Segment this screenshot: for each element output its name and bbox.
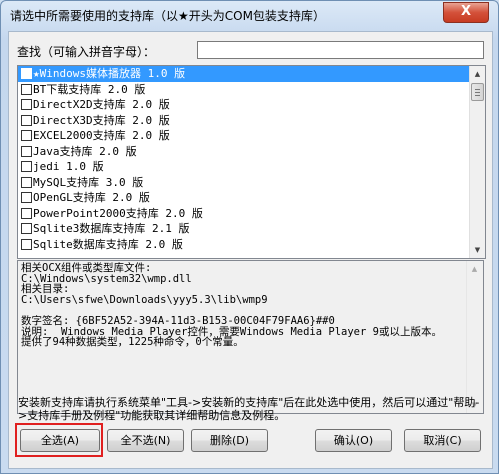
details-scrollbar: ▲ ▼ <box>466 261 483 413</box>
checkbox-icon[interactable] <box>21 99 32 111</box>
library-list-item-label: Sqlite3数据库支持库 2.1 版 <box>33 222 190 235</box>
grip-line <box>475 92 480 93</box>
cancel-button[interactable]: 取消(C) <box>404 429 481 452</box>
close-button[interactable]: X <box>443 2 489 23</box>
checkbox-icon[interactable] <box>21 68 32 80</box>
ok-button[interactable]: 确认(O) <box>315 429 392 452</box>
library-list-item[interactable]: MySQL支持库 3.0 版 <box>18 175 469 191</box>
scroll-up-icon[interactable]: ▲ <box>470 66 485 82</box>
library-list-item-label: jedi 1.0 版 <box>33 160 104 173</box>
library-list-item-label: OPenGL支持库 2.0 版 <box>33 191 150 204</box>
scroll-down-icon[interactable]: ▼ <box>470 242 485 258</box>
library-list-item[interactable]: jedi 1.0 版 <box>18 159 469 175</box>
library-list-item-label: MySQL支持库 3.0 版 <box>33 175 144 189</box>
select-all-button[interactable]: 全选(A) <box>20 429 100 452</box>
grip-line <box>475 95 480 96</box>
checkbox-icon[interactable] <box>21 207 32 219</box>
library-list-item-label: BT下载支持库 2.0 版 <box>33 82 146 96</box>
title-bar: 请选中所需要使用的支持库（以★开头为COM包装支持库） X <box>1 1 498 31</box>
dialog-window: 请选中所需要使用的支持库（以★开头为COM包装支持库） X 查找（可输入拼音字母… <box>0 0 499 474</box>
library-list-item-label: ★Windows媒体播放器 1.0 版 <box>33 67 186 80</box>
checkbox-icon[interactable] <box>21 161 32 173</box>
checkbox-icon[interactable] <box>21 130 32 142</box>
checkbox-icon[interactable] <box>21 192 32 204</box>
library-list-item[interactable]: PowerPoint2000支持库 2.0 版 <box>18 206 469 222</box>
library-list-item[interactable]: EXCEL2000支持库 2.0 版 <box>18 128 469 144</box>
library-list-item-label: Java支持库 2.0 版 <box>33 144 137 158</box>
checkbox-icon[interactable] <box>21 114 32 126</box>
checkbox-icon[interactable] <box>21 238 32 250</box>
install-hint: 安装新支持库请执行系统菜单"工具->安装新的支持库"后在此处选中使用，然后可以通… <box>18 396 480 422</box>
library-list-item[interactable]: OPenGL支持库 2.0 版 <box>18 190 469 206</box>
library-list-item-label: DirectX2D支持库 2.0 版 <box>33 98 170 111</box>
library-details-text: 相关OCX组件或类型库文件: C:\Windows\system32\wmp.d… <box>21 262 442 349</box>
library-list-item[interactable]: Sqlite数据库支持库 2.0 版 <box>18 237 469 253</box>
scroll-thumb[interactable] <box>471 83 484 101</box>
library-list[interactable]: ★Windows媒体播放器 1.0 版 BT下载支持库 2.0 版 DirectX2… <box>17 65 486 259</box>
search-input[interactable] <box>197 41 484 59</box>
library-list-item[interactable]: DirectX3D支持库 2.0 版 <box>18 113 469 129</box>
library-list-item[interactable]: Sqlite3数据库支持库 2.1 版 <box>18 221 469 237</box>
grip-line <box>475 89 480 90</box>
library-list-items: ★Windows媒体播放器 1.0 版 BT下载支持库 2.0 版 DirectX2… <box>18 66 469 252</box>
checkbox-icon[interactable] <box>21 83 32 95</box>
library-list-item-label: EXCEL2000支持库 2.0 版 <box>33 129 170 142</box>
library-list-scrollbar[interactable]: ▲ ▼ <box>469 66 485 258</box>
library-details-box: 相关OCX组件或类型库文件: C:\Windows\system32\wmp.d… <box>17 260 484 414</box>
dialog-client: 查找（可输入拼音字母）： ★Windows媒体播放器 1.0 版 BT下载支持库 … <box>8 31 493 469</box>
checkbox-icon[interactable] <box>21 223 32 235</box>
library-list-item[interactable]: BT下载支持库 2.0 版 <box>18 82 469 98</box>
library-list-item[interactable]: Java支持库 2.0 版 <box>18 144 469 160</box>
checkbox-icon[interactable] <box>21 145 32 157</box>
checkbox-icon[interactable] <box>21 176 32 188</box>
library-list-item[interactable]: ★Windows媒体播放器 1.0 版 <box>18 66 469 82</box>
library-list-item[interactable]: DirectX2D支持库 2.0 版 <box>18 97 469 113</box>
library-list-item-label: Sqlite数据库支持库 2.0 版 <box>33 237 183 251</box>
close-icon: X <box>460 4 472 19</box>
delete-button[interactable]: 删除(D) <box>191 429 268 452</box>
search-label: 查找（可输入拼音字母）： <box>17 45 156 59</box>
deselect-all-button[interactable]: 全不选(N) <box>107 429 184 452</box>
scroll-up-icon: ▲ <box>471 265 478 273</box>
window-title: 请选中所需要使用的支持库（以★开头为COM包装支持库） <box>10 9 325 23</box>
library-list-item-label: DirectX3D支持库 2.0 版 <box>33 113 170 127</box>
library-list-item-label: PowerPoint2000支持库 2.0 版 <box>33 206 203 220</box>
